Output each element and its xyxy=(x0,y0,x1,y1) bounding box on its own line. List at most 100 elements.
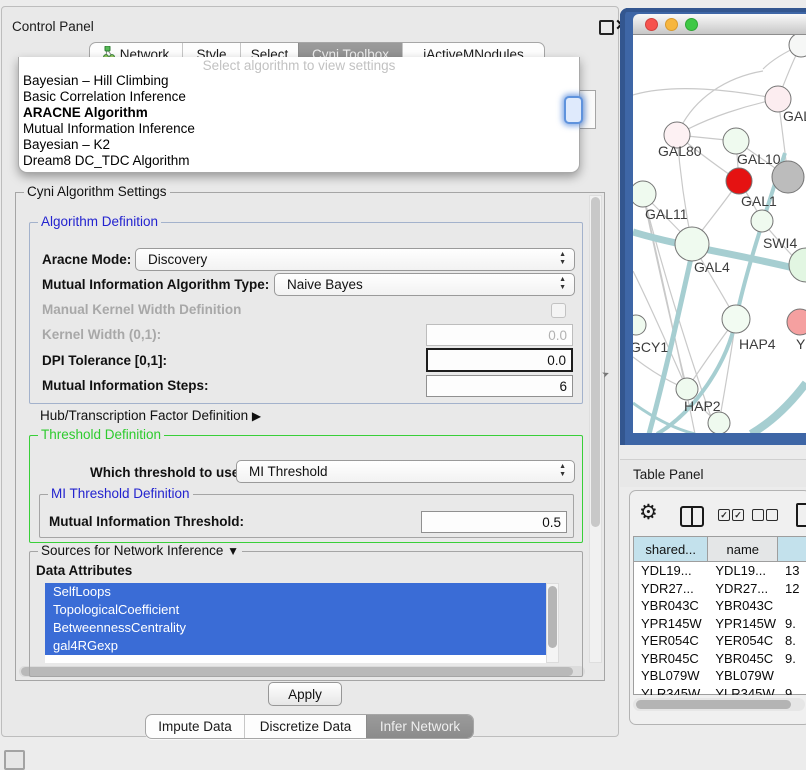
minimize-traffic-light-icon[interactable] xyxy=(665,18,678,31)
algorithm-option-bayesian-hill-climbing[interactable]: Bayesian – Hill Climbing xyxy=(19,73,579,89)
node-label-gal1: GAL1 xyxy=(741,193,777,209)
table-cell: 12 xyxy=(778,581,806,596)
window-title: Control Panel xyxy=(12,19,94,34)
table-row[interactable]: YBR045CYBR045C9. xyxy=(634,650,806,668)
mi-threshold-input[interactable]: 0.5 xyxy=(421,511,567,533)
table-cell: YBR045C xyxy=(634,651,708,666)
tab-impute-data[interactable]: Impute Data xyxy=(146,715,244,738)
table-row[interactable]: YBL079WYBL079W xyxy=(634,667,806,685)
document-icon[interactable] xyxy=(796,503,806,527)
aracne-mode-select[interactable]: Discovery ▲▼ xyxy=(135,248,575,271)
algorithm-dropdown: Select algorithm to view settings Bayesi… xyxy=(18,57,580,173)
network-canvas[interactable]: GALGAL80GAL10GAL1GAL11SWI4GAL4HAP4YGCY1H… xyxy=(633,35,806,433)
attribute-selfloops[interactable]: SelfLoops xyxy=(45,583,546,601)
unchecked-checkbox-icon[interactable] xyxy=(752,509,764,521)
table-row[interactable]: YER054CYER054C8. xyxy=(634,632,806,650)
column-header-extra[interactable] xyxy=(778,537,806,561)
algorithm-definition-title: Algorithm Definition xyxy=(38,215,161,229)
algorithm-option-dream8-dc-tdc-algorithm[interactable]: Dream8 DC_TDC Algorithm xyxy=(19,153,579,169)
network-edge xyxy=(677,71,763,135)
close-traffic-light-icon[interactable] xyxy=(645,18,658,31)
algorithm-option-mutual-information-inference[interactable]: Mutual Information Inference xyxy=(19,121,579,137)
node-big-right[interactable] xyxy=(789,248,806,282)
dpi-tolerance-input[interactable]: 0.0 xyxy=(426,348,573,372)
manual-kernel-checkbox[interactable] xyxy=(551,303,566,318)
node-HAP4[interactable] xyxy=(722,305,750,333)
table-cell: YPR145W xyxy=(634,616,708,631)
unchecked-checkbox-icon[interactable] xyxy=(766,509,778,521)
table-row[interactable]: YPR145WYPR145W9. xyxy=(634,615,806,633)
column-header-shared[interactable]: shared... xyxy=(634,537,708,561)
table-panel-title: Table Panel xyxy=(633,467,704,482)
checked-checkbox-icon[interactable]: ✓ xyxy=(732,509,744,521)
algorithm-option-bayesian-k2[interactable]: Bayesian – K2 xyxy=(19,137,579,153)
table-cell: 9. xyxy=(778,686,806,695)
network-window-titlebar[interactable] xyxy=(633,14,806,35)
table-panel: ⚙ ✓ ✓ shared...name YDL19...YDL19...13YD… xyxy=(629,490,806,725)
table-row[interactable]: YBR043CYBR043C xyxy=(634,597,806,615)
node-label-gal80: GAL80 xyxy=(658,143,702,159)
table-cell: YPR145W xyxy=(708,616,778,631)
column-layout-icon[interactable] xyxy=(680,506,704,527)
column-header-name[interactable]: name xyxy=(708,537,778,561)
table-cell: YDR27... xyxy=(708,581,778,596)
table-cell: YDL19... xyxy=(708,563,778,578)
node-GAL11[interactable] xyxy=(633,181,656,207)
focused-spinner-button[interactable] xyxy=(564,96,583,124)
table-cell: YDL19... xyxy=(634,563,708,578)
which-threshold-select[interactable]: MI Threshold ▲▼ xyxy=(236,460,575,483)
settings-gear-icon[interactable]: ⚙ xyxy=(639,502,658,523)
node-GCY1[interactable] xyxy=(633,315,646,335)
float-window-icon[interactable] xyxy=(599,20,614,35)
node-bottom[interactable] xyxy=(708,412,730,433)
table-row[interactable]: YLR345WYLR345W9. xyxy=(634,685,806,696)
node-salmon[interactable] xyxy=(787,309,806,335)
apply-button[interactable]: Apply xyxy=(268,682,342,706)
attribute-betweennesscentrality[interactable]: BetweennessCentrality xyxy=(45,619,546,637)
node-SWI4[interactable] xyxy=(751,210,773,232)
kernel-width-input[interactable]: 0.0 xyxy=(426,324,573,346)
table-cell: 9. xyxy=(778,616,806,631)
attribute-topologicalcoefficient[interactable]: TopologicalCoefficient xyxy=(45,601,546,619)
table-horizontal-scrollbar[interactable] xyxy=(633,698,805,711)
algorithm-option-basic-correlation-inference[interactable]: Basic Correlation Inference xyxy=(19,89,579,105)
table-cell: 8. xyxy=(778,633,806,648)
node-top-cut[interactable] xyxy=(789,35,806,57)
list-scrollbar[interactable] xyxy=(546,583,559,663)
mi-algorithm-type-label: Mutual Information Algorithm Type: xyxy=(42,277,269,292)
node-label-gcy1: GCY1 xyxy=(633,339,668,355)
table-row[interactable]: YDR27...YDR27...12 xyxy=(634,580,806,598)
kernel-width-label: Kernel Width (0,1): xyxy=(42,327,161,342)
table-row[interactable]: YDL19...YDL19...13 xyxy=(634,562,806,580)
network-graph[interactable]: GALGAL80GAL10GAL1GAL11SWI4GAL4HAP4YGCY1H… xyxy=(633,35,806,433)
tab-infer-network[interactable]: Infer Network xyxy=(366,715,473,738)
tab-label: Infer Network xyxy=(380,719,460,734)
mi-algorithm-type-select[interactable]: Naive Bayes ▲▼ xyxy=(274,273,575,296)
tab-discretize-data[interactable]: Discretize Data xyxy=(244,715,366,738)
window-grip-icon[interactable] xyxy=(4,750,25,770)
algorithm-option-aracne-algorithm[interactable]: ARACNE Algorithm xyxy=(19,105,579,121)
collapsed-arrow-icon: ▶ xyxy=(252,409,261,423)
sources-toggle[interactable]: Sources for Network Inference ▼ xyxy=(38,544,242,558)
node-red[interactable] xyxy=(726,168,752,194)
mi-steps-input[interactable]: 6 xyxy=(426,375,573,397)
vertical-scrollbar[interactable] xyxy=(589,195,602,663)
network-view-window: GALGAL80GAL10GAL1GAL11SWI4GAL4HAP4YGCY1H… xyxy=(620,8,806,445)
node-GAL4[interactable] xyxy=(675,227,709,261)
node-HAP2[interactable] xyxy=(676,378,698,400)
dpi-tolerance-label: DPI Tolerance [0,1]: xyxy=(42,353,167,368)
zoom-traffic-light-icon[interactable] xyxy=(685,18,698,31)
threshold-definition-title: Threshold Definition xyxy=(38,428,164,442)
node-table: shared...name YDL19...YDL19...13YDR27...… xyxy=(633,536,806,695)
scrollbar-thumb[interactable] xyxy=(548,586,557,648)
tab-label: Discretize Data xyxy=(260,719,352,734)
table-cell: YER054C xyxy=(708,633,778,648)
scrollbar-thumb[interactable] xyxy=(591,197,600,527)
hub-definition-toggle[interactable]: Hub/Transcription Factor Definition ▶ xyxy=(40,408,261,423)
settings-group-title: Cyni Algorithm Settings xyxy=(24,185,170,199)
checked-checkbox-icon[interactable]: ✓ xyxy=(718,509,730,521)
scrollbar-thumb[interactable] xyxy=(636,700,791,709)
attribute-gal4rgexp[interactable]: gal4RGexp xyxy=(45,637,546,655)
sources-title: Sources for Network Inference xyxy=(41,543,223,558)
hub-definition-label: Hub/Transcription Factor Definition xyxy=(40,408,248,423)
